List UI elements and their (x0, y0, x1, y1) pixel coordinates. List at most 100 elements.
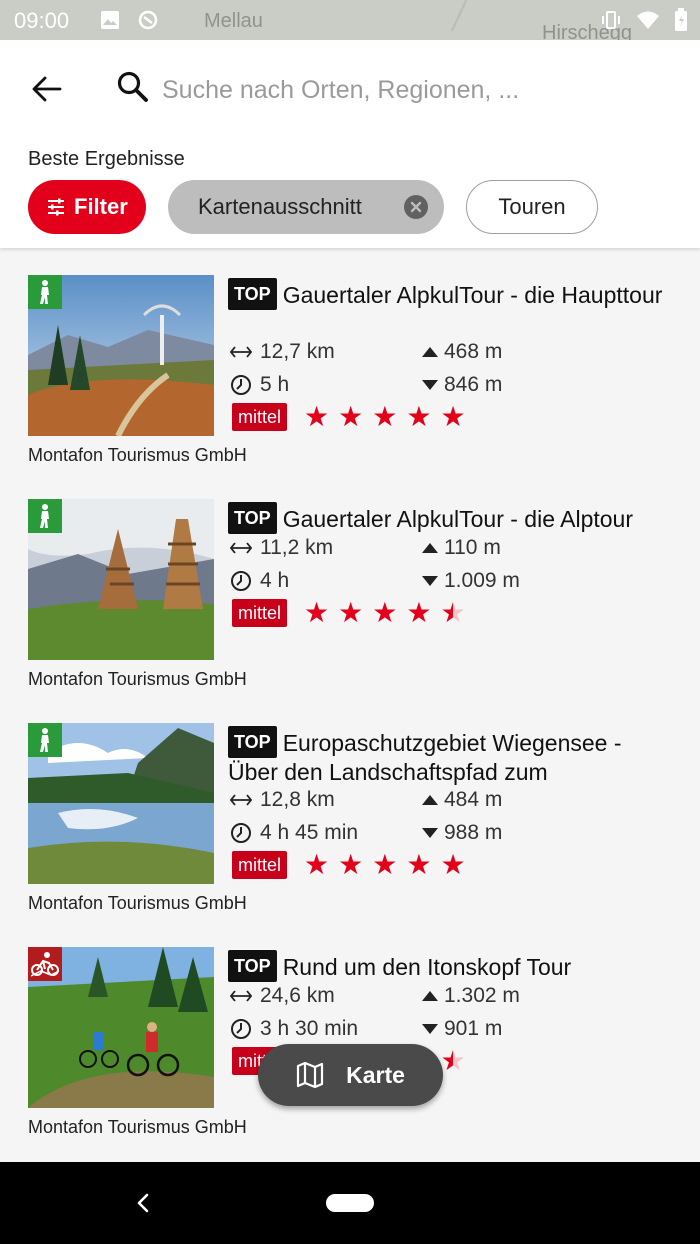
tour-card[interactable]: TOP Gauertaler AlpkulTour - die Haupttour… (0, 248, 700, 472)
distance-value: 12,8 km (260, 788, 335, 811)
ascent-value: 484 m (444, 788, 503, 811)
star-icon: ★ (304, 849, 330, 880)
tour-descent: 1.009 m (422, 569, 520, 593)
duration-value: 3 h 30 min (260, 1017, 359, 1040)
ascent-icon (422, 543, 438, 553)
tour-duration: 5 h (230, 373, 289, 397)
status-indicators (600, 8, 688, 32)
map-background-line (451, 0, 549, 40)
distance-value: 24,6 km (260, 984, 335, 1007)
tour-title[interactable]: TOP Gauertaler AlpkulTour - die Alptour (228, 502, 668, 534)
clear-map-section-button[interactable] (404, 195, 428, 219)
difficulty-badge: mittel (232, 403, 288, 431)
map-button[interactable]: Karte (258, 1044, 443, 1106)
ascent-value: 110 m (444, 536, 501, 559)
clock-icon (231, 823, 251, 843)
tour-ascent: 484 m (422, 788, 502, 812)
filter-chips: Filter Kartenausschnitt Touren (28, 180, 598, 234)
star-icon: ★ (406, 849, 432, 880)
difficulty-badge: mittel (232, 599, 288, 627)
system-navigation-bar (0, 1162, 700, 1244)
tour-author: Montafon Tourismus GmbH (28, 893, 247, 913)
tours-chip-label: Touren (498, 194, 566, 219)
results-label: Beste Ergebnisse (28, 148, 185, 170)
tour-descent: 988 m (422, 821, 502, 845)
tour-title[interactable]: TOP Europaschutzgebiet Wiegensee - Über d… (228, 726, 668, 786)
tour-image (28, 499, 214, 660)
descent-value: 901 m (444, 1017, 503, 1040)
data-saver-icon (138, 10, 158, 30)
top-badge: TOP (228, 950, 277, 982)
image-notification-icon (101, 11, 119, 29)
wifi-icon (637, 11, 659, 29)
descent-icon (422, 576, 438, 586)
distance-icon (230, 542, 252, 554)
tour-image (28, 723, 214, 884)
status-time: 09:00 (14, 8, 70, 33)
tour-title-text: Europaschutzgebiet Wiegensee - Über den … (228, 730, 622, 785)
descent-value: 988 m (444, 821, 503, 844)
tour-title-text: Rund um den Itonskopf Tour (282, 954, 572, 980)
map-section-chip[interactable]: Kartenausschnitt (168, 180, 444, 234)
tour-ascent: 1.302 m (422, 984, 520, 1008)
search-input[interactable] (162, 68, 672, 112)
tour-image (28, 947, 214, 1108)
tour-duration: 4 h 45 min (230, 821, 358, 845)
top-badge: TOP (228, 278, 277, 310)
star-icon: ★ (338, 849, 364, 880)
star-icon: ★ (406, 597, 432, 628)
tour-descent: 846 m (422, 373, 502, 397)
tour-distance: 12,7 km (230, 340, 335, 364)
descent-icon (422, 1024, 438, 1034)
star-icon: ★ (372, 849, 398, 880)
mountain-bike-category-badge (28, 947, 62, 981)
close-icon (410, 201, 422, 213)
tour-duration: 4 h (230, 569, 289, 593)
system-back-button[interactable] (128, 1186, 158, 1220)
tour-distance: 11,2 km (230, 536, 333, 560)
tour-card[interactable]: TOP Rund um den Itonskopf Tour 24,6 km 1.… (0, 920, 700, 1144)
tour-image (28, 275, 214, 436)
ascent-icon (422, 795, 438, 805)
arrow-left-icon (32, 76, 62, 102)
distance-icon (230, 346, 252, 358)
chevron-left-icon (137, 1193, 149, 1213)
top-badge: TOP (228, 726, 277, 758)
hiking-icon (40, 504, 49, 528)
map-icon (296, 1062, 324, 1088)
tour-title[interactable]: TOP Rund um den Itonskopf Tour (228, 950, 668, 982)
distance-icon (230, 990, 252, 1002)
filter-chip-label: Filter (74, 194, 128, 219)
half-star-icon: ★ (440, 597, 466, 628)
duration-value: 4 h 45 min (260, 821, 359, 844)
clock-icon (231, 375, 251, 395)
mountain-bike-icon (31, 952, 59, 977)
home-button[interactable] (326, 1194, 374, 1212)
star-icon: ★ (406, 401, 432, 432)
distance-value: 12,7 km (260, 340, 335, 363)
descent-value: 846 m (444, 373, 503, 396)
hiking-icon (40, 280, 49, 304)
tour-card[interactable]: TOP Gauertaler AlpkulTour - die Alptour 1… (0, 472, 700, 696)
hiking-category-badge (28, 275, 62, 309)
search-header: Beste Ergebnisse Filter Kartenausschnitt… (0, 40, 700, 248)
star-icon: ★ (304, 401, 330, 432)
map-section-chip-label: Kartenausschnitt (198, 194, 362, 219)
tour-title[interactable]: TOP Gauertaler AlpkulTour - die Haupttour (228, 278, 668, 310)
descent-value: 1.009 m (444, 569, 520, 592)
star-icon: ★ (440, 849, 466, 880)
duration-value: 5 h (260, 373, 290, 396)
hiking-category-badge (28, 499, 62, 533)
ascent-value: 468 m (444, 340, 503, 363)
search-icon (117, 71, 148, 102)
status-bar: Mellau Hirschegg 09:00 (0, 0, 700, 40)
tour-author: Montafon Tourismus GmbH (28, 669, 247, 689)
tour-card[interactable]: TOP Europaschutzgebiet Wiegensee - Über d… (0, 696, 700, 920)
rating-stars: ★ ★ ★ ★ ★ (304, 403, 466, 431)
filter-chip[interactable]: Filter (28, 180, 146, 234)
tour-ascent: 110 m (422, 536, 501, 560)
descent-icon (422, 828, 438, 838)
back-button[interactable] (26, 68, 68, 110)
star-icon: ★ (440, 401, 466, 432)
tours-chip[interactable]: Touren (466, 180, 598, 234)
